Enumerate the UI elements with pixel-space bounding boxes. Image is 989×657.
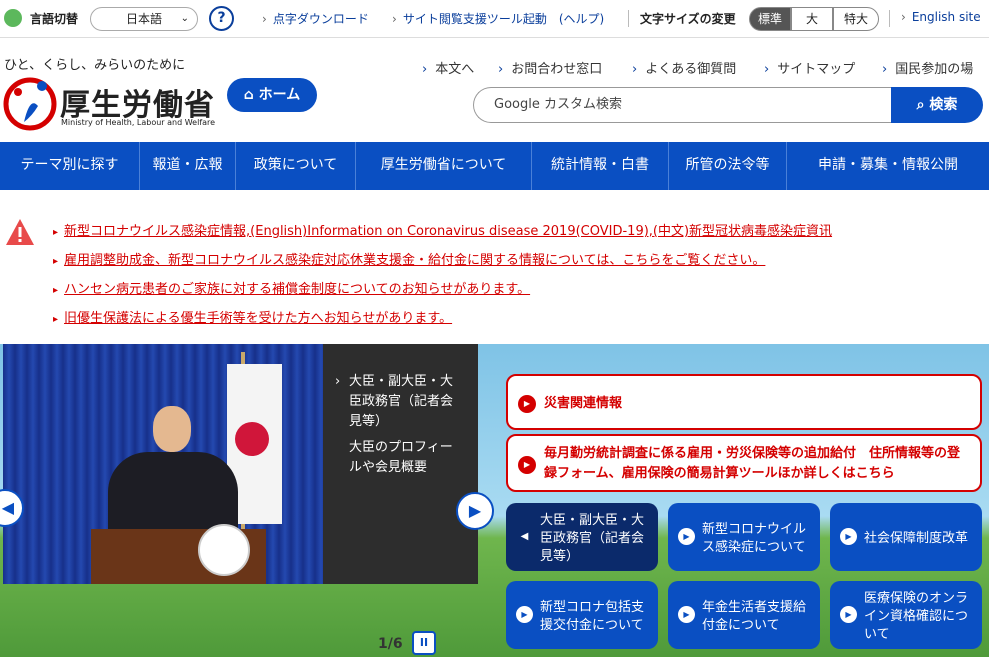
pause-icon[interactable]: II xyxy=(412,631,436,655)
divider xyxy=(628,10,629,27)
nav-item-statistics[interactable]: 統計情報・白書 xyxy=(532,142,669,190)
flag-sun xyxy=(235,422,269,456)
play-icon: ▶ xyxy=(518,395,536,413)
caption-body: 大臣のプロフィールや会見概要 xyxy=(349,440,453,475)
tile-covid[interactable]: ▶ 新型コロナウイルス感染症について xyxy=(668,503,820,571)
org-name-en: Ministry of Health, Labour and Welfare xyxy=(61,118,216,127)
globe-icon xyxy=(4,9,22,27)
divider xyxy=(889,10,890,27)
font-size-large-button[interactable]: 大 xyxy=(791,7,833,31)
alert-section: 新型コロナウイルス感染症情報,(English)Information on C… xyxy=(0,210,989,330)
english-site-link[interactable]: English site xyxy=(901,10,981,24)
accessibility-tool-link[interactable]: サイト閲覧支援ツール起動 (ヘルプ) xyxy=(392,10,604,27)
carousel-caption[interactable]: 大臣・副大臣・大臣政務官（記者会見等） 大臣のプロフィールや会見概要 xyxy=(323,344,478,584)
tile-covid-grant[interactable]: ▶ 新型コロナ包括支援交付金について xyxy=(506,581,658,649)
speaker-head xyxy=(153,406,191,452)
nav-item-press[interactable]: 報道・広報 xyxy=(140,142,236,190)
hero-section: 大臣・副大臣・大臣政務官（記者会見等） 大臣のプロフィールや会見概要 ◀ ▶ 1… xyxy=(0,344,989,657)
font-size-standard-button[interactable]: 標準 xyxy=(749,7,791,31)
utility-bar: 言語切替 日本語⌄ ? 点字ダウンロード サイト閲覧支援ツール起動 (ヘルプ) … xyxy=(0,0,989,38)
play-icon: ▶ xyxy=(516,606,533,623)
language-select[interactable]: 日本語 ⌄ xyxy=(90,7,198,31)
home-icon: ⌂ xyxy=(243,87,254,103)
play-icon: ▶ xyxy=(840,528,857,545)
chevron-left-icon: ◀ xyxy=(520,531,529,542)
search-input[interactable]: Google カスタム検索 xyxy=(473,87,891,123)
podium-logo-icon xyxy=(198,524,250,576)
disaster-info-link[interactable]: ▶ 災害関連情報 xyxy=(506,374,982,430)
carousel-photo[interactable] xyxy=(3,344,323,584)
site-header: ひと、くらし、みらいのために 厚生労働省 Ministry of Health,… xyxy=(0,38,989,142)
search-icon: ⌕ xyxy=(916,97,925,113)
additional-benefits-link[interactable]: ▶ 毎月勤労統計調査に係る雇用・労災保険等の追加給付 住所情報等の登録フォーム、… xyxy=(506,434,982,492)
carousel-pager: 1/6 xyxy=(378,636,403,652)
warning-icon xyxy=(6,219,34,245)
public-participation-link[interactable]: 国民参加の場 xyxy=(882,58,973,77)
contact-link[interactable]: お問合わせ窓口 xyxy=(498,58,602,77)
chevron-down-icon: ⌄ xyxy=(180,13,189,24)
alert-link-employment[interactable]: 雇用調整助成金、新型コロナウイルス感染症対応休業支援金・給付金に関する情報につい… xyxy=(53,249,765,268)
alert-link-eugenic[interactable]: 旧優生保護法による優生手術等を受けた方へお知らせがあります。 xyxy=(53,307,452,326)
play-icon: ▶ xyxy=(678,528,695,545)
skip-to-content-link[interactable]: 本文へ xyxy=(422,58,474,77)
nav-item-about[interactable]: 厚生労働省について xyxy=(356,142,532,190)
alert-link-hansen[interactable]: ハンセン病元患者のご家族に対する補償金制度についてのお知らせがあります。 xyxy=(53,278,530,297)
play-icon: ▶ xyxy=(678,606,695,623)
nav-item-themes[interactable]: テーマ別に探す xyxy=(0,142,140,190)
sitemap-link[interactable]: サイトマップ xyxy=(764,58,855,77)
tile-social-security[interactable]: ▶ 社会保障制度改革 xyxy=(830,503,982,571)
language-label: 言語切替 xyxy=(30,12,79,26)
help-icon[interactable]: ? xyxy=(209,6,234,31)
caption-title[interactable]: 大臣・副大臣・大臣政務官（記者会見等） xyxy=(349,372,459,432)
mhlw-logo-icon xyxy=(3,77,57,131)
font-size-label: 文字サイズの変更 xyxy=(640,12,736,26)
play-icon: ▶ xyxy=(840,606,857,623)
nav-item-policy[interactable]: 政策について xyxy=(236,142,356,190)
tile-minister-press[interactable]: ◀ 大臣・副大臣・大臣政務官（記者会見等） xyxy=(506,503,658,571)
nav-item-applications[interactable]: 申請・募集・情報公開 xyxy=(787,142,989,190)
global-nav: テーマ別に探す 報道・広報 政策について 厚生労働省について 統計情報・白書 所… xyxy=(0,142,989,190)
tagline: ひと、くらし、みらいのために xyxy=(4,58,186,73)
nav-item-laws[interactable]: 所管の法令等 xyxy=(669,142,787,190)
chevron-right-icon: ▶ xyxy=(468,501,482,520)
faq-link[interactable]: よくある御質問 xyxy=(632,58,736,77)
tile-pension-support[interactable]: ▶ 年金生活者支援給付金について xyxy=(668,581,820,649)
font-size-xlarge-button[interactable]: 特大 xyxy=(833,7,879,31)
braille-download-link[interactable]: 点字ダウンロード xyxy=(262,10,369,27)
tile-online-qualification[interactable]: ▶ 医療保険のオンライン資格確認について xyxy=(830,581,982,649)
search-button[interactable]: ⌕ 検索 xyxy=(891,87,983,123)
alert-link-covid[interactable]: 新型コロナウイルス感染症情報,(English)Information on C… xyxy=(53,220,832,239)
play-icon: ▶ xyxy=(518,456,536,474)
carousel-next-button[interactable]: ▶ xyxy=(456,492,494,530)
chevron-left-icon: ◀ xyxy=(1,498,14,517)
home-button[interactable]: ⌂ ホーム xyxy=(227,78,317,112)
